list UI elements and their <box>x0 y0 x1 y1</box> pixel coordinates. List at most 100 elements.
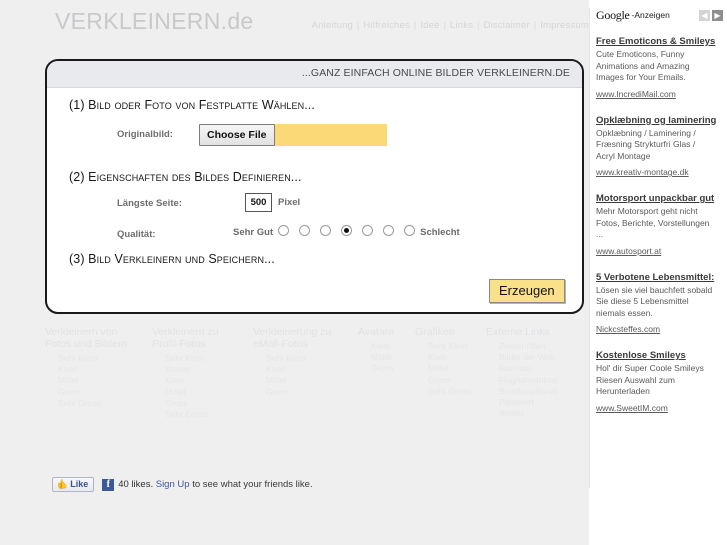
footer-link-item[interactable]: Gross <box>253 387 354 398</box>
quality-radio-3[interactable] <box>341 225 353 236</box>
footer-column-title[interactable]: Verkleinerung zu eMail-Fotos <box>253 326 354 350</box>
ad-description-line: Opklæbning / Laminering / <box>596 127 696 138</box>
footer-link-item[interactable]: Klein <box>358 341 411 352</box>
site-header: VERKLEINERN.de Anleitung | Hilfreiches |… <box>0 0 589 47</box>
thumbs-up-icon: 👍 <box>57 478 69 489</box>
page-root: VERKLEINERN.de Anleitung | Hilfreiches |… <box>0 0 727 545</box>
ads-header: Google -Anzeigen ◀ ▶ <box>592 5 727 23</box>
ads-nav-arrows[interactable]: ◀ ▶ <box>699 9 725 21</box>
ad-title-link[interactable]: Opklæbning og laminering <box>596 115 723 127</box>
facebook-signup-link[interactable]: Sign Up <box>156 479 190 490</box>
footer-link-item[interactable]: Mittel <box>253 375 354 386</box>
longest-side-label: Längste Seite: <box>117 198 182 209</box>
footer-link-item[interactable]: Bilder der Welt <box>486 352 558 363</box>
footer-link-item[interactable]: Flughafenbilder <box>486 375 558 386</box>
footer-link-item[interactable]: Klein <box>152 375 249 386</box>
footer-link-item[interactable]: Klein <box>415 352 482 363</box>
footer-link-item[interactable]: Beschimpfomat <box>486 386 558 397</box>
quality-radio-1[interactable] <box>299 225 311 236</box>
footer-column-title[interactable]: Verkleinern zu Profil-Fotos <box>152 326 249 350</box>
ad-description-line: Lösen sie viel bauchfett sobald <box>596 284 713 295</box>
nav-link-disclaimer[interactable]: Disclaimer <box>484 20 530 31</box>
ad-url-link[interactable]: www.SweetIM.com <box>596 402 668 414</box>
footer-link-item[interactable]: Sehr Gross <box>45 398 148 409</box>
ad-url-link[interactable]: Nickcsteffes.com <box>596 323 660 335</box>
footer-link-item[interactable]: Kleiner <box>152 364 249 375</box>
footer-link-item[interactable]: Sehr Gross <box>152 409 249 420</box>
ad-title-link[interactable]: Free Emoticons & Smileys <box>596 36 723 48</box>
generate-button[interactable]: Erzeugen <box>489 279 565 303</box>
ad-title-link[interactable]: Motorsport unpackbar gut <box>596 193 723 205</box>
nav-link-impressum[interactable]: Impressum <box>540 20 589 31</box>
step1-heading: (1) Bild oder Foto von Festplatte Wählen… <box>69 98 315 112</box>
nav-link-anleitung[interactable]: Anleitung <box>312 20 353 31</box>
file-name-field[interactable] <box>274 124 387 146</box>
quality-radio-0[interactable] <box>278 225 290 236</box>
top-navigation: Anleitung | Hilfreiches | Idee | Links |… <box>312 20 589 31</box>
footer-link-item[interactable]: Mittel <box>45 375 148 386</box>
nav-link-hilfreiches[interactable]: Hilfreiches <box>363 20 410 31</box>
ad-url-link[interactable]: www.kreativ-montage.dk <box>596 166 689 178</box>
ad-url-link[interactable]: www.autosport.at <box>596 245 661 257</box>
nav-link-idee[interactable]: Idee <box>420 20 439 31</box>
footer-column: Grafiken Sehr Klein Klein Mittel Gross Sehr G… <box>415 326 482 397</box>
ad-title-link[interactable]: 5 Verbotene Lebensmittel: <box>596 272 723 284</box>
footer-link-item[interactable]: Sehr Klein <box>253 353 354 364</box>
facebook-like-button[interactable]: 👍 Like <box>52 477 95 492</box>
footer-column-title[interactable]: Grafiken <box>415 326 482 338</box>
footer-link-item[interactable]: Gross <box>45 387 148 398</box>
quality-radio-group[interactable]: Sehr Gut Schlecht <box>233 225 460 239</box>
nav-separator: | <box>530 20 540 31</box>
footer-link-item[interactable]: Passwort <box>486 397 558 408</box>
ad-description-line: ... <box>596 229 604 239</box>
footer-link-item[interactable]: Klein <box>253 364 354 375</box>
ad-description-line: niemals essen. <box>596 307 653 318</box>
file-input-row[interactable]: Choose File <box>199 124 387 146</box>
quality-radio-2[interactable] <box>320 225 332 236</box>
footer-link-item[interactable]: Klein <box>45 364 148 375</box>
ad-description-line: Mehr Motorsport geht nicht <box>596 206 698 216</box>
footer-link-item[interactable]: Sehr Klein <box>415 341 482 352</box>
footer-link-item[interactable]: Gross <box>415 375 482 386</box>
longest-side-input[interactable] <box>245 193 272 212</box>
site-logo[interactable]: VERKLEINERN.de <box>55 8 254 35</box>
footer-link-item[interactable]: Sehr Klein <box>152 353 249 364</box>
footer-column-title[interactable]: Verkleinern von Fotos und Bildern <box>45 326 148 350</box>
quality-best-label: Sehr Gut <box>233 226 274 238</box>
footer-column-title[interactable]: Avatare <box>358 326 411 338</box>
footer-link-item[interactable]: Zeitschriften <box>486 341 558 352</box>
facebook-like-count: 40 likes. <box>118 479 154 490</box>
ad-description-line: Animations and Amazing <box>596 60 690 71</box>
ads-container: Google -Anzeigen ◀ ▶ Free Emoticons & Sm… <box>592 0 727 422</box>
footer-link-item[interactable]: Mittel <box>152 387 249 398</box>
footer-column-title[interactable]: Externe Links <box>486 326 558 338</box>
quality-radio-6[interactable] <box>404 225 416 236</box>
footer-link-item[interactable]: Gross <box>358 363 411 374</box>
quality-radios[interactable] <box>273 223 420 241</box>
ad-description-line: Sie diese 5 Lebensmittel <box>596 296 689 306</box>
ad-block: 5 Verbotene Lebensmittel: Lösen sie viel … <box>592 272 727 338</box>
footer-link-item[interactable]: Sehr Klein <box>45 353 148 364</box>
ads-prev-arrow-icon[interactable]: ◀ <box>699 9 710 21</box>
footer-link-item[interactable]: Sehr Gross <box>415 386 482 397</box>
quality-radio-4[interactable] <box>362 225 374 236</box>
ads-anzeigen-label: -Anzeigen <box>631 10 670 20</box>
ad-block: Motorsport unpackbar gut Mehr Motorsport … <box>592 193 727 259</box>
footer-link-item[interactable]: Kursabo <box>486 363 558 374</box>
footer-link-item[interactable]: Mittel <box>358 352 411 363</box>
main-column: VERKLEINERN.de Anleitung | Hilfreiches |… <box>0 0 589 545</box>
choose-file-button[interactable]: Choose File <box>199 124 275 146</box>
ads-next-arrow-icon[interactable]: ▶ <box>712 9 723 21</box>
footer-link-item[interactable]: Gross <box>152 398 249 409</box>
footer-link-item[interactable]: Mittel <box>415 363 482 374</box>
ad-description-line: Riesen Auswahl zum <box>596 374 675 385</box>
ad-url-link[interactable]: www.IncrediMail.com <box>596 88 676 100</box>
ad-title-link[interactable]: Kostenlose Smileys <box>596 350 723 362</box>
footer-link-item[interactable]: Xetten <box>486 408 558 419</box>
nav-link-links[interactable]: Links <box>450 20 473 31</box>
google-brand-label: Google <box>596 7 630 22</box>
facebook-f-icon: f <box>102 478 115 491</box>
quality-radio-5[interactable] <box>383 225 395 236</box>
footer-column: Avatare Klein Mittel Gross <box>358 326 411 375</box>
step2-heading: (2) Eigenschaften des Bildes Definieren.… <box>69 170 302 184</box>
